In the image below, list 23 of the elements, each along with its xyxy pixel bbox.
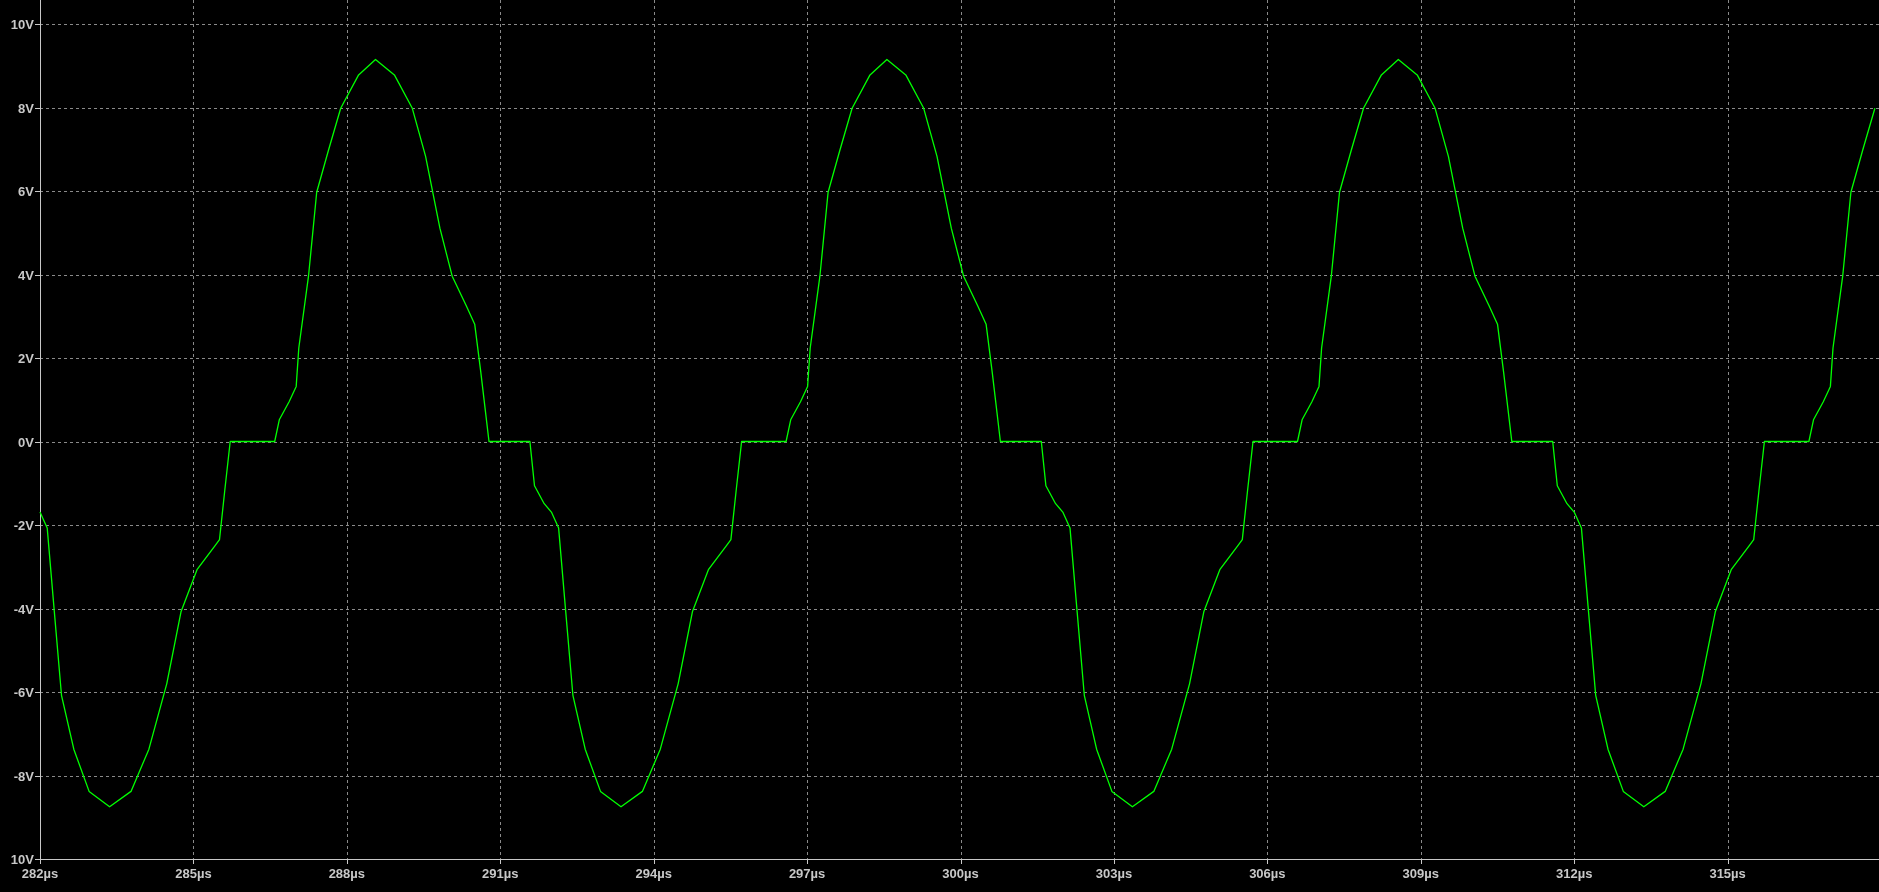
axis-label: 6V bbox=[18, 184, 34, 199]
axis-label: 285µs bbox=[175, 866, 212, 881]
axis-label: 8V bbox=[18, 100, 34, 116]
axis-label: 315µs bbox=[1709, 866, 1746, 881]
axis-label: 309µs bbox=[1402, 866, 1439, 881]
axis-label: 0V bbox=[18, 434, 34, 450]
axis-label: -6V bbox=[13, 685, 34, 700]
axis-label: 10V bbox=[10, 852, 34, 867]
axis-label: 300µs bbox=[942, 866, 979, 881]
axis-label: 294µs bbox=[635, 866, 672, 881]
axis-label: 10V bbox=[10, 17, 34, 32]
axis-label: -8V bbox=[13, 768, 34, 784]
axis-label: 291µs bbox=[482, 866, 519, 881]
axis-label: 4V bbox=[18, 267, 34, 283]
axis-label: 2V bbox=[18, 351, 34, 366]
axis-label: 288µs bbox=[328, 866, 366, 881]
axis-label: -4V bbox=[13, 601, 34, 617]
axis-label: 312µs bbox=[1556, 866, 1593, 881]
axis-label: 297µs bbox=[788, 866, 826, 881]
axis-label: 303µs bbox=[1095, 866, 1133, 881]
axis-label: 282µs bbox=[21, 866, 59, 881]
axis-label: -2V bbox=[13, 518, 34, 533]
axis-label: 306µs bbox=[1249, 866, 1286, 881]
